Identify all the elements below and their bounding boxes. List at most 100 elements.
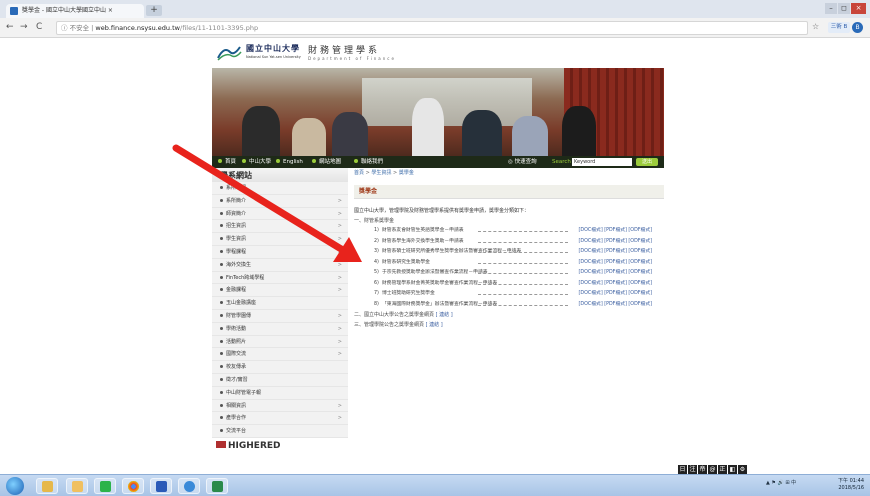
site-header: 國立中山大學 National Sun Yat-sen University 財… (212, 38, 664, 68)
address-bar[interactable]: ⓘ 不安全 | web.finance.nsysu.edu.tw/files/1… (56, 21, 808, 35)
browser-tab[interactable]: 獎學金 - 國立中山大學國立中山 × (6, 4, 144, 18)
sidebar-item[interactable]: 校友傳承 (212, 361, 348, 374)
new-tab-button[interactable]: + (146, 5, 162, 16)
sidebar-item[interactable]: 學生資訊 > (212, 233, 348, 246)
sidebar-item[interactable]: 系所簡介 > (212, 194, 348, 208)
sidebar-item[interactable]: 金融課程 > (212, 284, 348, 298)
search-input[interactable]: Keyword (572, 158, 632, 166)
menu-home[interactable]: 首頁 (218, 156, 236, 168)
chevron-right-icon: > (337, 312, 342, 319)
doc-format-links[interactable]: [DOC檔式] [PDF檔式] [ODF檔式] (579, 279, 652, 290)
section-two: 二、國立中山大學公告之獎學金網頁 [ 連結 ] (354, 312, 453, 318)
system-tray[interactable]: ▲ ⚑ 🔊 ⊞ 中 (766, 479, 796, 486)
sidebar-item[interactable]: 相關資訊 > (212, 399, 348, 413)
windows-taskbar: ▲ ⚑ 🔊 ⊞ 中 下午 01:44 2018/5/16 (0, 474, 870, 496)
sidebar-item[interactable]: 交流平台 (212, 425, 348, 438)
breadcrumb-home[interactable]: 首頁 (354, 170, 364, 176)
doc-format-links[interactable]: [DOC檔式] [PDF檔式] [ODF檔式] (579, 268, 652, 279)
dotted-leader (478, 226, 568, 232)
section-three-link[interactable]: [ 連結 ] (426, 322, 443, 328)
maximize-button[interactable]: ◻ (838, 3, 850, 14)
sidebar-item[interactable]: 中山財管電子報 (212, 386, 348, 400)
bullet-icon (220, 326, 223, 330)
header-banner-photo (212, 68, 664, 156)
doc-format-links[interactable]: [DOC檔式] [PDF檔式] [ODF檔式] (579, 247, 652, 258)
doc-format-links[interactable]: [DOC檔式] [PDF檔式] [ODF檔式] (579, 258, 652, 269)
doc-format-links[interactable]: [DOC檔式] [PDF檔式] [ODF檔式] (579, 237, 652, 248)
sidebar-item[interactable]: 財管學園傳 > (212, 309, 348, 323)
start-button[interactable] (6, 477, 24, 495)
menu-english[interactable]: English (276, 156, 303, 168)
doc-title: 財管系友會財管生英語獎學金－申請表 (382, 228, 464, 233)
ime-toolbar-button[interactable]: ◧ (728, 465, 737, 474)
ime-toolbar-button[interactable]: @ (708, 465, 717, 474)
sidebar-item[interactable]: 海外交換生 > (212, 258, 348, 272)
ime-toolbar-button[interactable]: 注 (688, 465, 697, 474)
taskbar-app-excel[interactable] (206, 478, 228, 494)
sidebar-item[interactable]: 學程課程 > (212, 245, 348, 259)
taskbar-app-ie[interactable] (178, 478, 200, 494)
search-submit-button[interactable]: 送出 (636, 158, 658, 166)
ime-toolbar-button[interactable]: ⚙ (738, 465, 747, 474)
clock[interactable]: 下午 01:44 2018/5/16 (838, 478, 864, 492)
close-window-button[interactable]: × (851, 3, 866, 14)
doc-number: 3) (374, 249, 379, 254)
bullet-icon (220, 416, 223, 420)
doc-format-links[interactable]: [DOC檔式] [PDF檔式] [ODF檔式] (579, 289, 652, 300)
sidebar-heading: 學系網站 (212, 168, 348, 182)
sidebar-item[interactable]: 招生資訊 > (212, 220, 348, 234)
sidebar-item[interactable]: 活動照片 > (212, 335, 348, 349)
ime-toolbar-button[interactable]: 正 (718, 465, 727, 474)
sidebar-item[interactable]: 國際交流 > (212, 348, 348, 362)
department-name-en: Department of Finance (308, 56, 396, 61)
sidebar-item-label: 財管學園傳 (226, 312, 252, 319)
tab-title: 獎學金 - 國立中山大學國立中山 × (22, 7, 113, 14)
sidebar-item-label: 交流平台 (226, 428, 247, 435)
taskbar-app-line[interactable] (94, 478, 116, 494)
ie-icon (184, 481, 195, 492)
chevron-right-icon: > (337, 223, 342, 230)
quick-search-link[interactable]: ◎ 快速查詢 (508, 156, 537, 168)
minimize-button[interactable]: – (825, 3, 837, 14)
menu-contact[interactable]: 聯絡我們 (354, 156, 383, 168)
sidebar-item-label: 金融課程 (226, 287, 247, 294)
doc-format-links[interactable]: [DOC檔式] [PDF檔式] [ODF檔式] (579, 226, 652, 237)
info-icon[interactable]: ⓘ (61, 24, 68, 32)
sidebar-item[interactable]: 徵才/實習 (212, 373, 348, 387)
taskbar-app-chrome[interactable] (122, 478, 144, 494)
doc-number: 2) (374, 238, 379, 244)
sidebar-item[interactable]: 系所介紹 (212, 182, 348, 195)
bullet-icon (220, 198, 223, 202)
profile-chip[interactable]: 三術 B (828, 22, 850, 33)
section-two-link[interactable]: [ 連結 ] (436, 312, 453, 318)
breadcrumb-student-info[interactable]: 學生資訊 (371, 170, 391, 176)
bookmark-star-icon[interactable]: ☆ (812, 22, 819, 31)
reload-button[interactable]: C (36, 22, 42, 32)
sidebar-item[interactable]: 產學合作 > (212, 412, 348, 426)
breadcrumb: 首頁 > 學生資訊 > 獎學金 (354, 170, 414, 176)
sidebar-item-label: 徵才/實習 (226, 376, 248, 383)
breadcrumb-current[interactable]: 獎學金 (399, 170, 414, 176)
taskbar-app-word[interactable] (150, 478, 172, 494)
sidebar-menu: 系所介紹 系所簡介 > 師資簡介 > 招生資訊 > 學生資訊 > 學程課程 > 海外交換生 > FinTe… (212, 182, 348, 438)
menu-sitemap[interactable]: 網站地圖 (312, 156, 341, 168)
sidebar-item[interactable]: 師資簡介 > (212, 207, 348, 221)
bullet-icon (220, 365, 223, 369)
taskbar-app-files[interactable] (66, 478, 88, 494)
doc-format-links[interactable]: [DOC檔式] [PDF檔式] [ODF檔式] (579, 300, 652, 311)
page-viewport: 國立中山大學 National Sun Yat-sen University 財… (0, 38, 870, 472)
sidebar-item[interactable]: 玉山金融講座 (212, 297, 348, 310)
sidebar-item[interactable]: FinTech跨域學程 > (212, 271, 348, 285)
sidebar-item[interactable]: 學術活動 > (212, 322, 348, 336)
sidebar-item-label: 產學合作 (226, 415, 247, 422)
back-button[interactable]: ← (6, 22, 14, 32)
sidebar-item-label: 學生資訊 (226, 236, 247, 243)
ime-toolbar-button[interactable]: 帝 (698, 465, 707, 474)
dotted-leader (478, 258, 568, 264)
avatar[interactable]: B (852, 22, 863, 33)
menu-nsysu[interactable]: 中山大學 (242, 156, 271, 168)
ime-toolbar-button[interactable]: 日 (678, 465, 687, 474)
taskbar-app-explorer[interactable] (36, 478, 58, 494)
highered-logo[interactable]: HIGHERED (212, 440, 348, 452)
forward-button[interactable]: → (20, 22, 28, 32)
